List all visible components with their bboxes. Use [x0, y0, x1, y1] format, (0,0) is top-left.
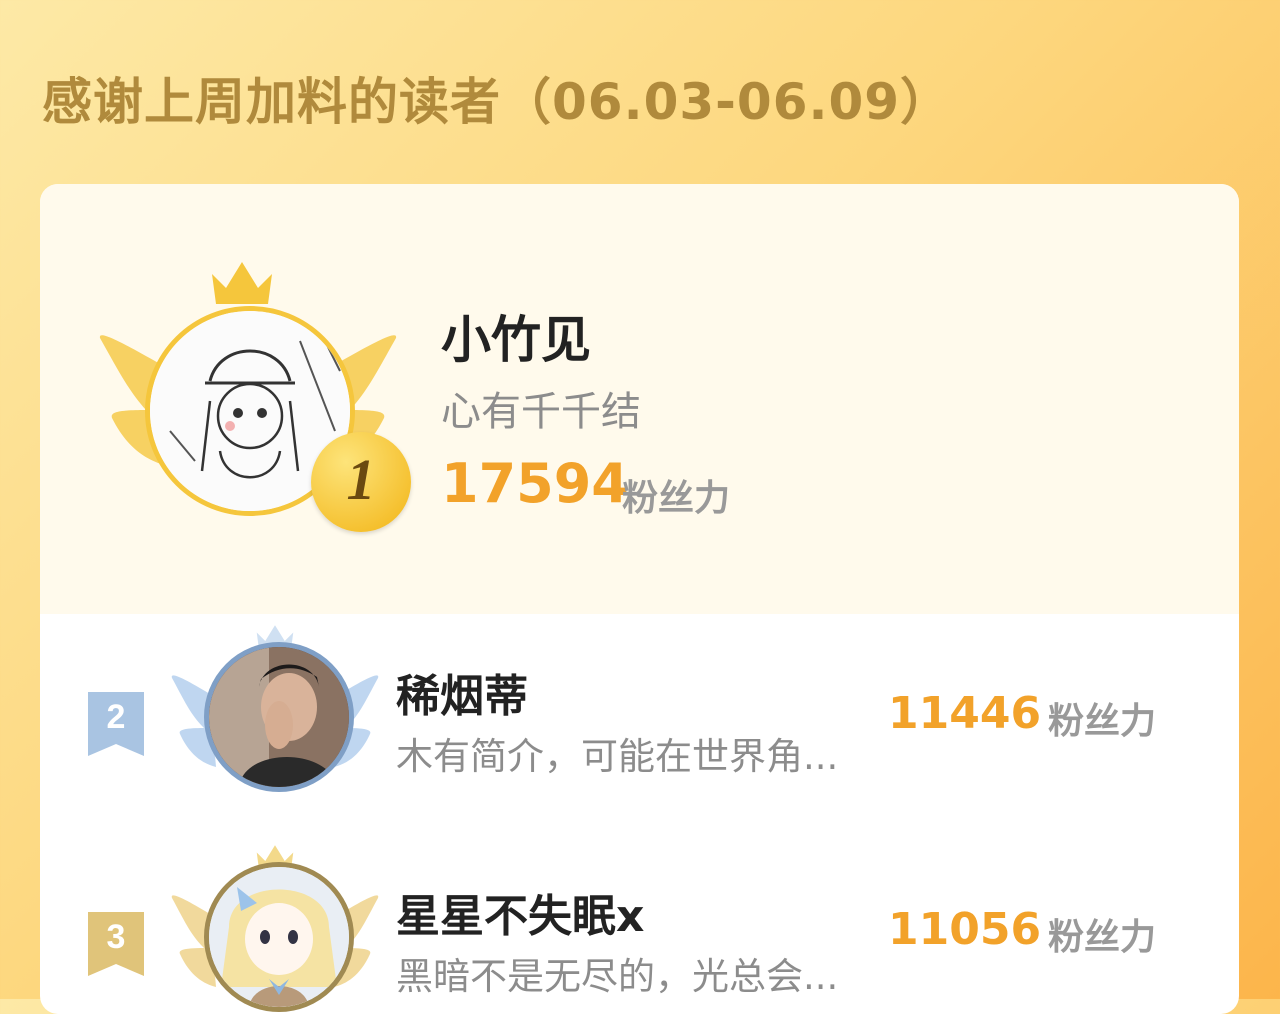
first-place-score-unit: 粉丝力: [622, 478, 731, 519]
avatar-badge[interactable]: [170, 844, 380, 1014]
first-place-avatar-badge[interactable]: 1: [98, 260, 411, 532]
reader-score: 11446: [888, 688, 1042, 739]
avatar-photo-icon: [209, 647, 349, 787]
crown-icon: [212, 262, 272, 304]
first-place-score: 17594: [441, 452, 629, 515]
reader-score-unit: 粉丝力: [1048, 701, 1157, 742]
reader-score-unit: 粉丝力: [1048, 917, 1157, 958]
avatar-anime-icon: [209, 867, 349, 1007]
avatar[interactable]: [204, 862, 354, 1012]
rank-medal-icon: 1: [311, 432, 411, 532]
page-title: 感谢上周加料的读者（06.03-06.09）: [42, 73, 952, 131]
reader-name[interactable]: 稀烟蒂: [396, 660, 528, 724]
rank-ribbon-icon: 3: [84, 912, 148, 978]
first-place-card[interactable]: 1 小竹见 心有千千结 17594 粉丝力: [40, 184, 1239, 614]
rank-number: 2: [106, 698, 126, 736]
leaderboard-panel: 1 小竹见 心有千千结 17594 粉丝力 2 稀烟蒂 木有简介，可能在世界角.…: [40, 184, 1239, 1014]
reader-bio: 黑暗不是无尽的，光总会...: [396, 955, 839, 998]
rank-number: 3: [106, 918, 126, 956]
first-place-name[interactable]: 小竹见: [441, 300, 591, 372]
first-place-rank: 1: [346, 447, 376, 512]
first-place-bio: 心有千千结: [441, 389, 641, 435]
rank-ribbon-icon: 2: [84, 692, 148, 758]
reader-score: 11056: [888, 904, 1042, 955]
list-item[interactable]: 3 星星不失眠x 黑暗不是无尽的，光总会... 11056 粉丝力: [40, 834, 1239, 1014]
list-item[interactable]: 2 稀烟蒂 木有简介，可能在世界角... 11446 粉丝力: [40, 614, 1239, 834]
reader-bio: 木有简介，可能在世界角...: [396, 735, 839, 778]
avatar[interactable]: [204, 642, 354, 792]
reader-name[interactable]: 星星不失眠x: [396, 880, 644, 944]
avatar-badge[interactable]: [170, 624, 380, 814]
